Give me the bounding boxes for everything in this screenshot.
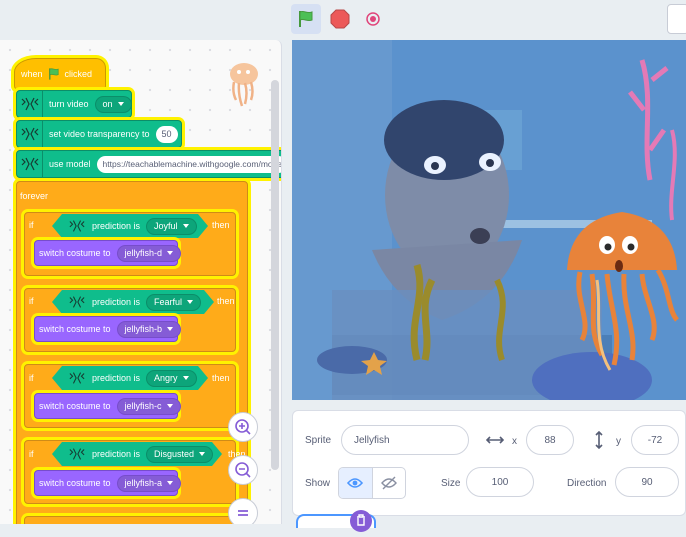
if-label: if (29, 373, 34, 383)
forever-label: forever (20, 191, 49, 201)
model-url-input[interactable]: https://teachablemachine.withgoogle.com/… (96, 155, 281, 173)
teachable-machine-icon (66, 442, 88, 466)
record-button[interactable] (358, 4, 388, 34)
use-model-block[interactable]: use model https://teachablemachine.withg… (16, 150, 281, 178)
switch-costume-block[interactable]: switch costume to jellyfish-d (34, 240, 182, 266)
prediction-dropdown[interactable]: Angry (146, 370, 197, 387)
size-input[interactable]: 100 (466, 467, 534, 497)
switch-costume-label: switch costume to (39, 478, 111, 488)
costume-dropdown[interactable]: jellyfish-b (116, 320, 182, 338)
show-label: Show (305, 478, 331, 489)
teachable-machine-icon (66, 214, 88, 238)
switch-costume-block[interactable]: switch costume to jellyfish-c (34, 393, 181, 419)
if-label: if (29, 449, 34, 459)
delete-sprite-button[interactable] (350, 510, 372, 532)
teachable-machine-icon (17, 151, 43, 177)
zoom-out-icon (235, 462, 251, 478)
switch-costume-label: switch costume to (39, 401, 111, 411)
video-sensing-icon (17, 91, 43, 117)
record-icon (366, 12, 380, 26)
direction-input[interactable]: 90 (615, 467, 679, 497)
prediction-is-label: prediction is (92, 373, 141, 383)
zoom-in-button[interactable] (228, 412, 258, 442)
prediction-is-block[interactable]: prediction is Joyful (52, 214, 208, 238)
costume-dropdown[interactable]: jellyfish-a (116, 474, 182, 492)
stage[interactable] (292, 40, 686, 400)
teachable-machine-icon (66, 366, 88, 390)
y-position-input[interactable]: -72 (631, 425, 679, 455)
video-sensing-icon (17, 121, 43, 147)
set-transparency-label: set video transparency to (49, 129, 150, 139)
then-label: then (212, 373, 230, 383)
switch-costume-label: switch costume to (39, 248, 111, 258)
switch-costume-block[interactable]: switch costume to jellyfish-a (34, 470, 182, 496)
teachable-machine-icon (66, 290, 88, 314)
prediction-is-block[interactable]: prediction is Angry (52, 366, 208, 390)
sprite-info-panel: Sprite Jellyfish x 88 y -72 Show Size 10… (292, 410, 686, 516)
if-label: if (29, 296, 34, 306)
transparency-input[interactable]: 50 (155, 125, 178, 143)
zoom-out-button[interactable] (228, 455, 258, 485)
when-flag-clicked-block[interactable]: when clicked (14, 58, 106, 90)
sprite-label: Sprite (305, 435, 332, 446)
prediction-is-block[interactable]: prediction is Disgusted (52, 442, 222, 466)
turn-video-block[interactable]: turn video on (16, 90, 132, 118)
if-label: if (29, 220, 34, 230)
prediction-is-block[interactable]: prediction is Fearful (52, 290, 214, 314)
prediction-dropdown[interactable]: Joyful (146, 218, 197, 235)
green-flag-button[interactable] (291, 4, 321, 34)
then-label: then (212, 220, 230, 230)
size-label: Size (441, 478, 461, 489)
direction-label: Direction (567, 478, 607, 489)
zoom-reset-icon (238, 510, 248, 516)
y-label: y (616, 436, 621, 447)
green-flag-icon (299, 10, 313, 27)
green-flag-icon (48, 68, 59, 80)
stop-icon (330, 9, 350, 29)
vertical-arrows-icon (595, 431, 603, 449)
zoom-reset-button[interactable] (228, 498, 258, 524)
x-position-input[interactable]: 88 (526, 425, 574, 455)
horizontal-arrows-icon (486, 436, 504, 444)
clicked-label: clicked (64, 69, 93, 79)
code-area-scrollbar[interactable] (271, 80, 279, 470)
if-block[interactable] (24, 516, 236, 524)
hide-sprite-button[interactable] (373, 468, 406, 498)
prediction-is-label: prediction is (92, 221, 141, 231)
stop-button[interactable] (325, 4, 355, 34)
switch-costume-label: switch costume to (39, 324, 111, 334)
sprite-name-input[interactable]: Jellyfish (341, 425, 469, 455)
eye-slash-icon (380, 476, 397, 490)
set-video-transparency-block[interactable]: set video transparency to 50 (16, 120, 182, 148)
trash-icon (357, 514, 365, 526)
prediction-is-label: prediction is (92, 449, 141, 459)
prediction-dropdown[interactable]: Disgusted (146, 446, 213, 463)
use-model-label: use model (49, 159, 91, 169)
then-label: then (217, 296, 235, 306)
zoom-in-icon (235, 419, 251, 435)
stage-scene (292, 40, 686, 400)
switch-costume-block[interactable]: switch costume to jellyfish-b (34, 316, 182, 342)
visibility-toggle (338, 467, 406, 499)
jellyfish-sprite-thumbnail (230, 63, 258, 107)
show-sprite-button[interactable] (339, 468, 373, 498)
when-label: when (21, 69, 43, 79)
stage-size-toggle[interactable] (667, 4, 686, 34)
video-state-dropdown[interactable]: on (94, 95, 132, 113)
costume-dropdown[interactable]: jellyfish-c (116, 397, 181, 415)
turn-video-label: turn video (49, 99, 89, 109)
code-area[interactable]: when clicked turn video on set video tra… (0, 40, 282, 524)
costume-dropdown[interactable]: jellyfish-d (116, 244, 182, 262)
x-label: x (512, 436, 517, 447)
prediction-dropdown[interactable]: Fearful (146, 294, 201, 311)
prediction-is-label: prediction is (92, 297, 141, 307)
eye-icon (347, 478, 364, 488)
